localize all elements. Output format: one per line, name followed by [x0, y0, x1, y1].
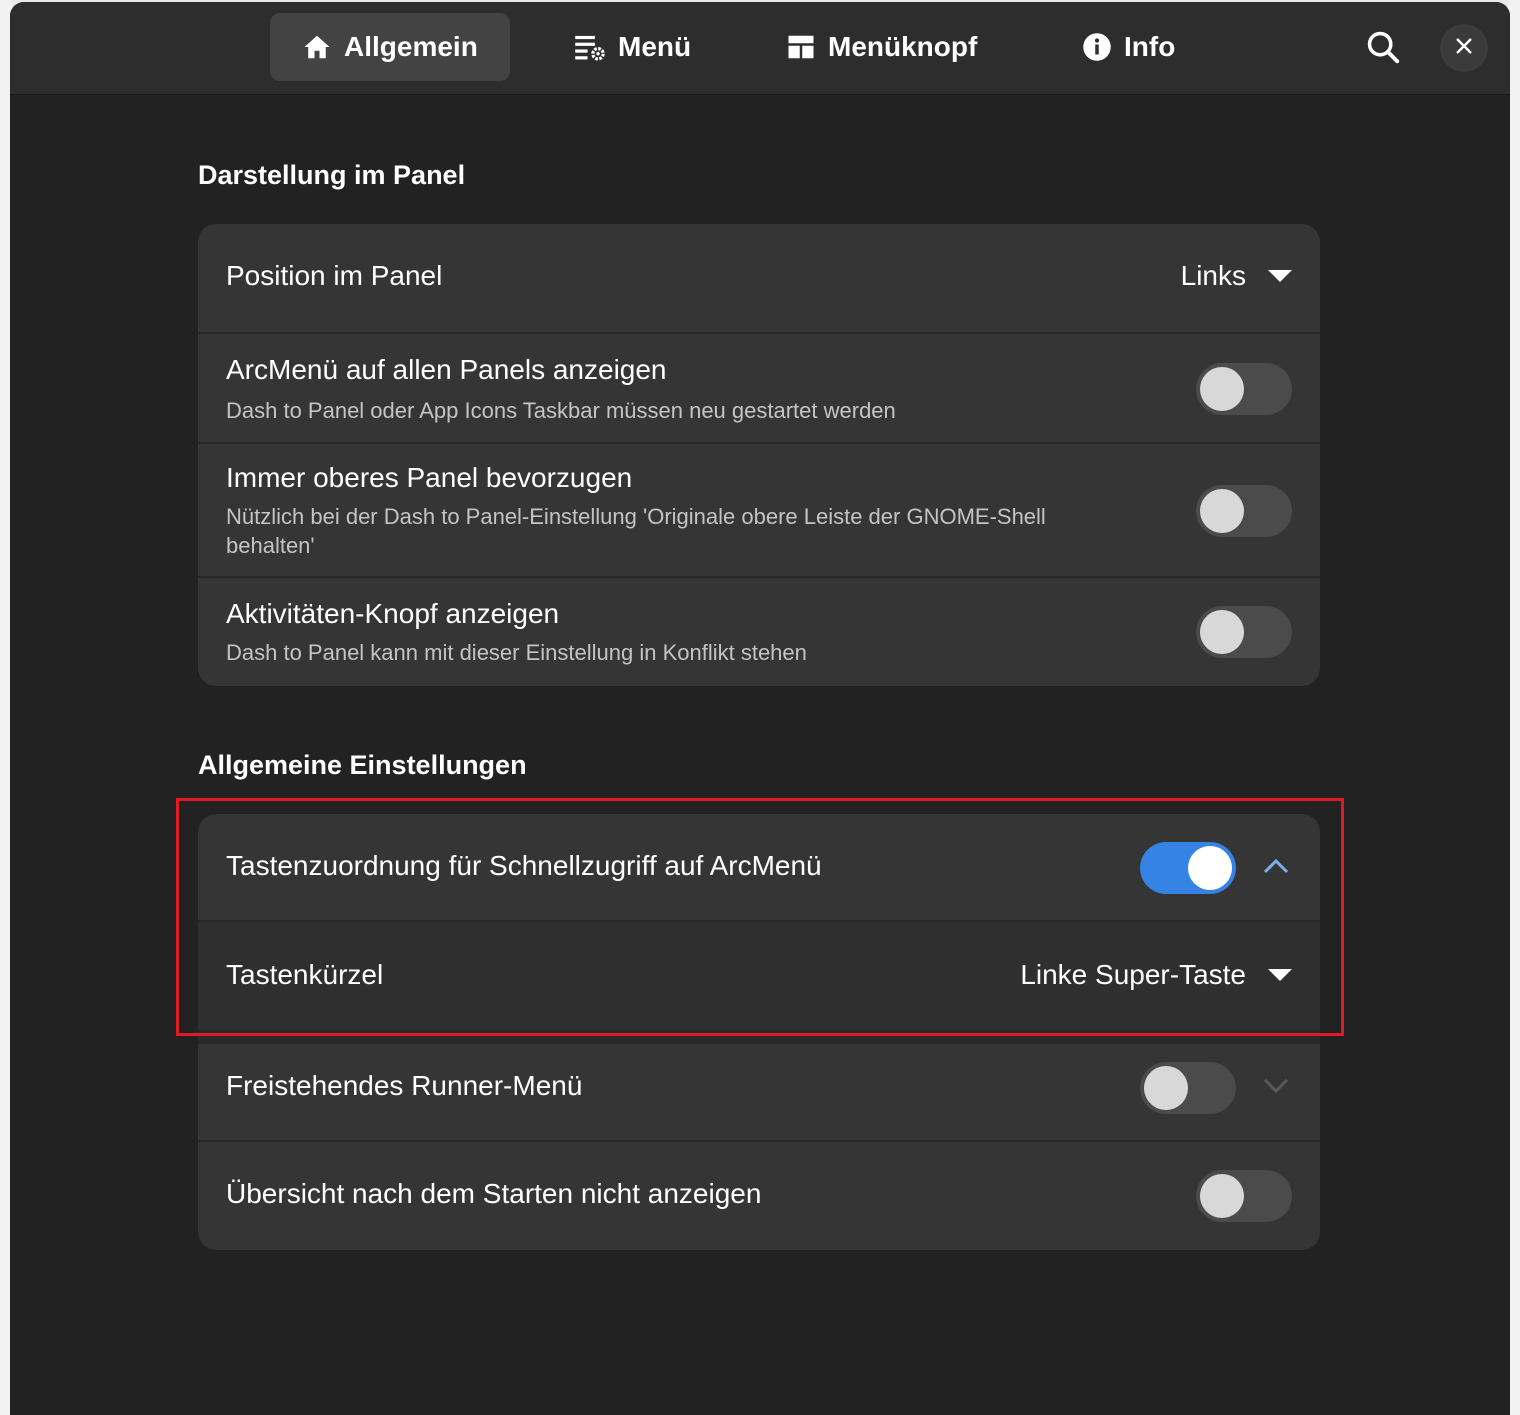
row-all-panels: ArcMenü auf allen Panels anzeigen Dash t…	[198, 334, 1320, 444]
row-overview: Übersicht nach dem Starten nicht anzeige…	[198, 1142, 1320, 1250]
search-icon	[1366, 30, 1400, 69]
row-shortcut[interactable]: Tastenkürzel Linke Super-Taste	[198, 922, 1320, 1032]
position-dropdown[interactable]: Links	[1181, 260, 1292, 292]
header-bar: Allgemein Menü Menüknopf Info	[10, 2, 1510, 95]
row-runner-menu[interactable]: Freistehendes Runner-Menü	[198, 1032, 1320, 1142]
row-title: Tastenkürzel	[226, 959, 384, 990]
tab-info[interactable]: Info	[1050, 13, 1210, 81]
row-title: Freistehendes Runner-Menü	[226, 1070, 583, 1101]
chevron-up-icon	[1263, 858, 1289, 879]
tab-label: Menüknopf	[828, 31, 978, 62]
overview-toggle[interactable]	[1196, 1170, 1292, 1222]
dropdown-arrow-icon	[1268, 270, 1292, 282]
activities-toggle[interactable]	[1196, 606, 1292, 658]
tab-label: Allgemein	[344, 31, 478, 62]
all-panels-toggle[interactable]	[1196, 363, 1292, 415]
row-hotkey[interactable]: Tastenzuordnung für Schnellzugriff auf A…	[198, 814, 1320, 922]
collapse-button[interactable]	[1256, 848, 1296, 888]
row-title: Position im Panel	[226, 260, 443, 291]
general-settings-group: Tastenzuordnung für Schnellzugriff auf A…	[198, 814, 1320, 1250]
tab-menuknopf[interactable]: Menüknopf	[754, 13, 994, 81]
info-icon	[1082, 32, 1112, 62]
row-position[interactable]: Position im Panel Links	[198, 224, 1320, 334]
runner-toggle[interactable]	[1140, 1062, 1236, 1114]
panel-settings-group: Position im Panel Links ArcMenü auf alle…	[198, 224, 1320, 686]
row-subtitle: Dash to Panel kann mit dieser Einstellun…	[226, 640, 807, 665]
chevron-down-icon	[1263, 1078, 1289, 1099]
section-title-panel: Darstellung im Panel	[198, 160, 466, 190]
settings-window: Allgemein Menü Menüknopf Info Darstellun…	[10, 2, 1510, 1415]
row-subtitle: Dash to Panel oder App Icons Taskbar müs…	[226, 398, 896, 423]
prefer-top-toggle[interactable]	[1196, 485, 1292, 537]
section-title-general: Allgemeine Einstellungen	[198, 750, 527, 780]
row-title: Immer oberes Panel bevorzugen	[226, 462, 633, 493]
tab-label: Menü	[618, 31, 692, 62]
hotkey-toggle[interactable]	[1140, 842, 1236, 894]
tab-menu[interactable]: Menü	[542, 13, 732, 81]
tab-label: Info	[1124, 31, 1176, 62]
close-button[interactable]	[1440, 24, 1488, 72]
dropdown-value: Links	[1180, 260, 1246, 291]
shortcut-dropdown[interactable]: Linke Super-Taste	[1020, 959, 1292, 991]
row-subtitle: Nützlich bei der Dash to Panel-Einstellu…	[226, 504, 1046, 558]
row-title: Aktivitäten-Knopf anzeigen	[226, 598, 560, 629]
row-prefer-top-panel: Immer oberes Panel bevorzugen Nützlich b…	[198, 444, 1320, 578]
menu-settings-icon	[574, 32, 606, 62]
row-title: Übersicht nach dem Starten nicht anzeige…	[226, 1178, 762, 1209]
layout-icon	[786, 32, 816, 62]
close-icon	[1455, 37, 1473, 60]
row-title: ArcMenü auf allen Panels anzeigen	[226, 354, 667, 385]
expand-button[interactable]	[1256, 1068, 1296, 1108]
home-icon	[302, 32, 332, 62]
search-button[interactable]	[1356, 22, 1410, 76]
dropdown-value: Linke Super-Taste	[1020, 959, 1246, 990]
dropdown-arrow-icon	[1268, 969, 1292, 981]
tab-allgemein[interactable]: Allgemein	[270, 13, 510, 81]
row-title: Tastenzuordnung für Schnellzugriff auf A…	[226, 850, 822, 881]
row-activities-button: Aktivitäten-Knopf anzeigen Dash to Panel…	[198, 578, 1320, 686]
